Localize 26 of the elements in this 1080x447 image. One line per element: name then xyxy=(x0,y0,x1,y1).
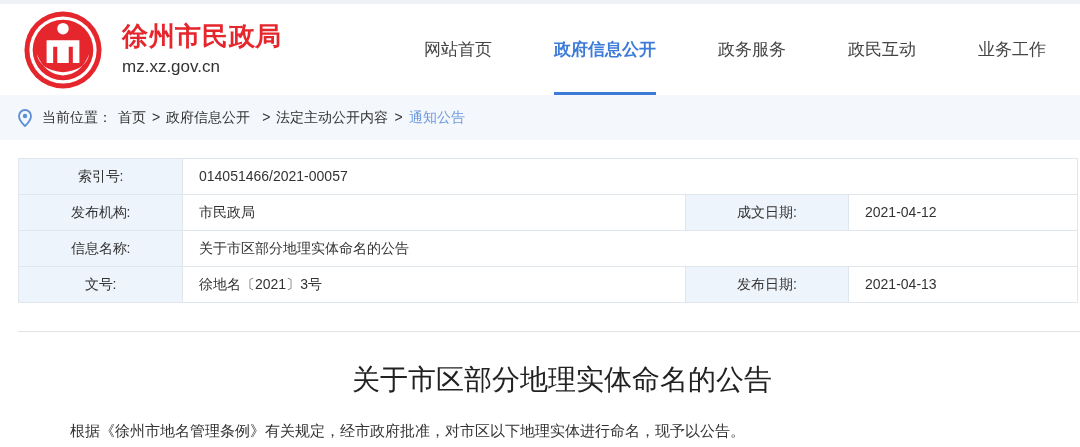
nav-tab[interactable]: 政务服务 xyxy=(718,4,786,95)
breadcrumb-separator: > xyxy=(394,108,403,127)
article-paragraph: 根据《徐州市地名管理条例》有关规定，经市政府批准，对市区以下地理实体进行命名，现予以公告。 xyxy=(70,421,746,441)
site-name: 徐州市民政局 xyxy=(122,19,282,52)
field-value: 市民政局 xyxy=(183,195,686,231)
breadcrumb-separator: > xyxy=(152,108,161,127)
breadcrumb-label: 当前位置： xyxy=(42,108,112,127)
nav-tab[interactable]: 业务工作 xyxy=(978,4,1046,95)
breadcrumb-link[interactable]: 首页 xyxy=(118,107,146,128)
site-domain: mz.xz.gov.cn xyxy=(122,55,221,78)
nav-tab[interactable]: 政民互动 xyxy=(848,4,916,95)
breadcrumb-link[interactable]: 法定主动公开内容 xyxy=(276,107,389,128)
field-label: 索引号: xyxy=(19,159,183,195)
field-label: 信息名称: xyxy=(19,231,183,267)
field-label: 发布机构: xyxy=(19,195,183,231)
location-pin-icon xyxy=(18,108,32,127)
breadcrumb-link[interactable]: 政府信息公开 xyxy=(166,107,251,128)
field-value: 2021-04-13 xyxy=(849,267,1078,303)
field-label: 成文日期: xyxy=(686,195,849,231)
field-label: 文号: xyxy=(19,267,183,303)
field-value: 徐地名〔2021〕3号 xyxy=(183,267,686,303)
article-title: 关于市区部分地理实体命名的公告 xyxy=(351,363,773,397)
field-label: 发布日期: xyxy=(686,267,849,303)
field-value: 2021-04-12 xyxy=(849,195,1078,231)
breadcrumb-separator: > xyxy=(262,108,271,127)
nav-tab[interactable]: 网站首页 xyxy=(424,4,492,95)
